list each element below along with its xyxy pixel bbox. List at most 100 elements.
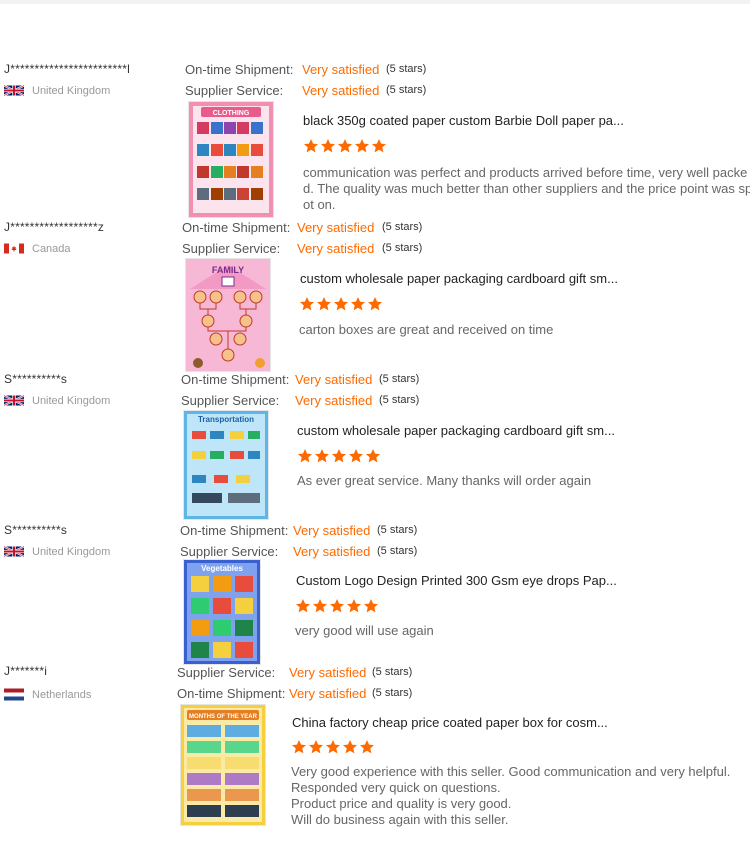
star-icon bbox=[317, 297, 331, 311]
buyer-country: United Kingdom bbox=[4, 394, 110, 407]
star-icon bbox=[332, 449, 346, 463]
star-icon bbox=[368, 297, 382, 311]
rating-row-1: On-time Shipment: Very satisfied (5 star… bbox=[182, 220, 422, 235]
star-rating bbox=[303, 138, 387, 154]
top-divider bbox=[0, 0, 750, 4]
comment-line: communication was perfect and products a… bbox=[303, 165, 748, 180]
rating-value: Very satisfied bbox=[297, 241, 375, 256]
buyer-country: United Kingdom bbox=[4, 545, 110, 558]
rating-label: On-time Shipment: bbox=[177, 686, 286, 701]
star-icon bbox=[313, 599, 327, 613]
rating-row-1: On-time Shipment: Very satisfied (5 star… bbox=[185, 62, 426, 77]
star-icon bbox=[366, 449, 380, 463]
star-icon bbox=[372, 139, 386, 153]
comment-line: Responded very quick on questions. bbox=[291, 780, 501, 795]
star-icon bbox=[330, 599, 344, 613]
product-thumbnail[interactable]: Transportation bbox=[183, 410, 269, 520]
rating-label: On-time Shipment: bbox=[180, 523, 289, 538]
rating-label: On-time Shipment: bbox=[181, 372, 290, 387]
poster-title: MONTHS OF THE YEAR bbox=[189, 714, 258, 720]
review-item: S**********s United Kingdom On-time Ship… bbox=[0, 523, 750, 665]
country-label: United Kingdom bbox=[32, 545, 111, 558]
buyer-country: United Kingdom bbox=[4, 84, 110, 97]
product-thumbnail[interactable]: Vegetables bbox=[183, 559, 261, 665]
star-icon bbox=[338, 139, 352, 153]
buyer-country: Canada bbox=[4, 242, 71, 255]
buyer-name: J************************l bbox=[4, 62, 130, 76]
review-item: J*******i Netherlands Supplier Service: … bbox=[0, 664, 750, 834]
family-poster-image: FAMILY bbox=[186, 259, 270, 371]
rating-row-2: On-time Shipment: Very satisfied (5 star… bbox=[177, 686, 412, 701]
comment-line: carton boxes are great and received on t… bbox=[299, 322, 554, 337]
country-label: Canada bbox=[32, 242, 71, 255]
review-item: J************************l United Kingdo… bbox=[0, 62, 750, 218]
rating-stars-text: (5 stars) bbox=[372, 666, 413, 678]
rating-value: Very satisfied bbox=[295, 393, 373, 408]
months-poster-image: MONTHS OF THE YEAR bbox=[181, 705, 265, 825]
star-icon bbox=[309, 740, 323, 754]
rating-stars-text: (5 stars) bbox=[386, 63, 427, 75]
star-icon bbox=[298, 449, 312, 463]
uk-flag-icon bbox=[4, 84, 24, 97]
rating-value: Very satisfied bbox=[293, 523, 371, 538]
review-comment: As ever great service. Many thanks will … bbox=[297, 473, 747, 489]
product-title-link[interactable]: custom wholesale paper packaging cardboa… bbox=[297, 423, 615, 438]
product-thumbnail[interactable]: CLOTHING bbox=[188, 101, 274, 218]
comment-line: Will do business again with this seller. bbox=[291, 812, 509, 827]
rating-value: Very satisfied bbox=[297, 220, 375, 235]
rating-label: On-time Shipment: bbox=[185, 62, 294, 77]
buyer-name: J******************z bbox=[4, 220, 105, 234]
poster-title: Transportation bbox=[198, 415, 254, 424]
review-comment: communication was perfect and products a… bbox=[303, 165, 750, 213]
star-icon bbox=[321, 139, 335, 153]
review-item: J******************z Canada On-time Ship… bbox=[0, 220, 750, 372]
star-rating bbox=[297, 448, 381, 464]
rating-label: Supplier Service: bbox=[177, 665, 276, 680]
star-icon bbox=[343, 740, 357, 754]
review-comment: carton boxes are great and received on t… bbox=[299, 322, 749, 338]
poster-title: CLOTHING bbox=[213, 110, 250, 117]
comment-line: ot on. bbox=[303, 197, 336, 212]
canada-flag-icon bbox=[4, 243, 24, 254]
product-thumbnail[interactable]: MONTHS OF THE YEAR bbox=[180, 704, 266, 826]
product-title-link[interactable]: Custom Logo Design Printed 300 Gsm eye d… bbox=[296, 573, 617, 588]
rating-row-1: On-time Shipment: Very satisfied (5 star… bbox=[180, 523, 417, 538]
review-comment: Very good experience with this seller. G… bbox=[291, 764, 741, 828]
comment-line: Very good experience with this seller. G… bbox=[291, 764, 731, 779]
review-comment: very good will use again bbox=[295, 623, 745, 639]
clothing-poster-image: CLOTHING bbox=[189, 102, 273, 217]
star-icon bbox=[300, 297, 314, 311]
comment-line: Product price and quality is very good. bbox=[291, 796, 512, 811]
rating-stars-text: (5 stars) bbox=[377, 545, 418, 557]
product-title-link[interactable]: China factory cheap price coated paper b… bbox=[292, 715, 608, 730]
vegetables-poster-image: Vegetables bbox=[184, 560, 260, 664]
product-title-link[interactable]: black 350g coated paper custom Barbie Do… bbox=[303, 113, 624, 128]
rating-stars-text: (5 stars) bbox=[386, 84, 427, 96]
rating-label: Supplier Service: bbox=[185, 83, 284, 98]
rating-value: Very satisfied bbox=[295, 372, 373, 387]
rating-row-2: Supplier Service: Very satisfied (5 star… bbox=[182, 241, 422, 256]
rating-stars-text: (5 stars) bbox=[372, 687, 413, 699]
rating-stars-text: (5 stars) bbox=[379, 394, 420, 406]
buyer-name: S**********s bbox=[4, 523, 68, 537]
star-icon bbox=[347, 599, 361, 613]
rating-value: Very satisfied bbox=[302, 62, 380, 77]
product-thumbnail[interactable]: FAMILY bbox=[185, 258, 271, 372]
poster-title: Vegetables bbox=[201, 564, 243, 573]
star-rating bbox=[291, 739, 375, 755]
transportation-poster-image: Transportation bbox=[184, 411, 268, 519]
star-icon bbox=[349, 449, 363, 463]
star-icon bbox=[334, 297, 348, 311]
rating-row-1: On-time Shipment: Very satisfied (5 star… bbox=[181, 372, 419, 387]
star-rating bbox=[295, 598, 379, 614]
product-title-link[interactable]: custom wholesale paper packaging cardboa… bbox=[300, 271, 618, 286]
rating-row-2: Supplier Service: Very satisfied (5 star… bbox=[180, 544, 417, 559]
rating-stars-text: (5 stars) bbox=[382, 221, 423, 233]
star-icon bbox=[355, 139, 369, 153]
star-icon bbox=[326, 740, 340, 754]
star-icon bbox=[360, 740, 374, 754]
rating-stars-text: (5 stars) bbox=[379, 373, 420, 385]
uk-flag-icon bbox=[4, 394, 24, 407]
buyer-country: Netherlands bbox=[4, 688, 91, 701]
buyer-name: J*******i bbox=[4, 664, 48, 678]
